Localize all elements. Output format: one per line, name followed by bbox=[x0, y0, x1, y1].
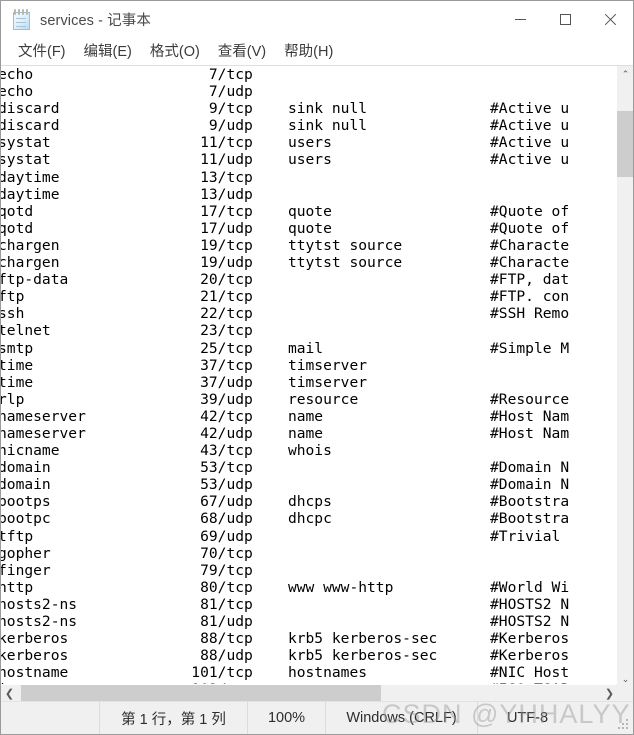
editor-area: echo 7/tcp echo 7/udp discard 9/tcp sink… bbox=[1, 65, 633, 701]
status-bar: 第 1 行，第 1 列 100% Windows (CRLF) UTF-8 bbox=[1, 701, 633, 734]
menu-item-edit[interactable]: 编辑(E) bbox=[75, 38, 141, 64]
vertical-scroll-thumb[interactable] bbox=[617, 111, 633, 177]
minimize-button[interactable] bbox=[498, 1, 543, 38]
window-title: services - 记事本 bbox=[40, 12, 151, 29]
notepad-window: services - 记事本 文件(F) 编辑(E) 格式(O) 查看(V) 帮… bbox=[0, 0, 634, 735]
notepad-icon bbox=[12, 8, 31, 30]
status-line-ending[interactable]: Windows (CRLF) bbox=[325, 701, 477, 734]
title-bar: services - 记事本 bbox=[1, 1, 633, 38]
window-controls bbox=[498, 1, 633, 38]
title-bar-left: services - 记事本 bbox=[1, 8, 498, 30]
horizontal-scroll-thumb[interactable] bbox=[21, 685, 381, 701]
vertical-scrollbar[interactable]: ⌃ ⌄ bbox=[616, 66, 633, 688]
text-editor[interactable]: echo 7/tcp echo 7/udp discard 9/tcp sink… bbox=[1, 66, 616, 688]
status-zoom-level[interactable]: 100% bbox=[247, 701, 325, 734]
status-bar-spacer bbox=[1, 702, 99, 735]
resize-grip-icon[interactable] bbox=[618, 719, 630, 731]
menu-item-file[interactable]: 文件(F) bbox=[9, 38, 75, 64]
status-line-column: 第 1 行，第 1 列 bbox=[99, 701, 247, 734]
scroll-left-icon[interactable]: ❮ bbox=[1, 685, 18, 701]
menu-item-format[interactable]: 格式(O) bbox=[141, 38, 209, 64]
maximize-button[interactable] bbox=[543, 1, 588, 38]
menu-item-help[interactable]: 帮助(H) bbox=[275, 38, 342, 64]
text-content[interactable]: echo 7/tcp echo 7/udp discard 9/tcp sink… bbox=[1, 66, 616, 688]
status-encoding[interactable]: UTF-8 bbox=[477, 701, 577, 734]
menu-item-view[interactable]: 查看(V) bbox=[209, 38, 275, 64]
menu-bar: 文件(F) 编辑(E) 格式(O) 查看(V) 帮助(H) bbox=[1, 38, 633, 64]
horizontal-scrollbar[interactable]: ❮ ❯ bbox=[1, 684, 633, 701]
close-button[interactable] bbox=[588, 1, 633, 38]
scrollbar-corner bbox=[616, 684, 633, 701]
scroll-up-icon[interactable]: ⌃ bbox=[617, 66, 633, 83]
